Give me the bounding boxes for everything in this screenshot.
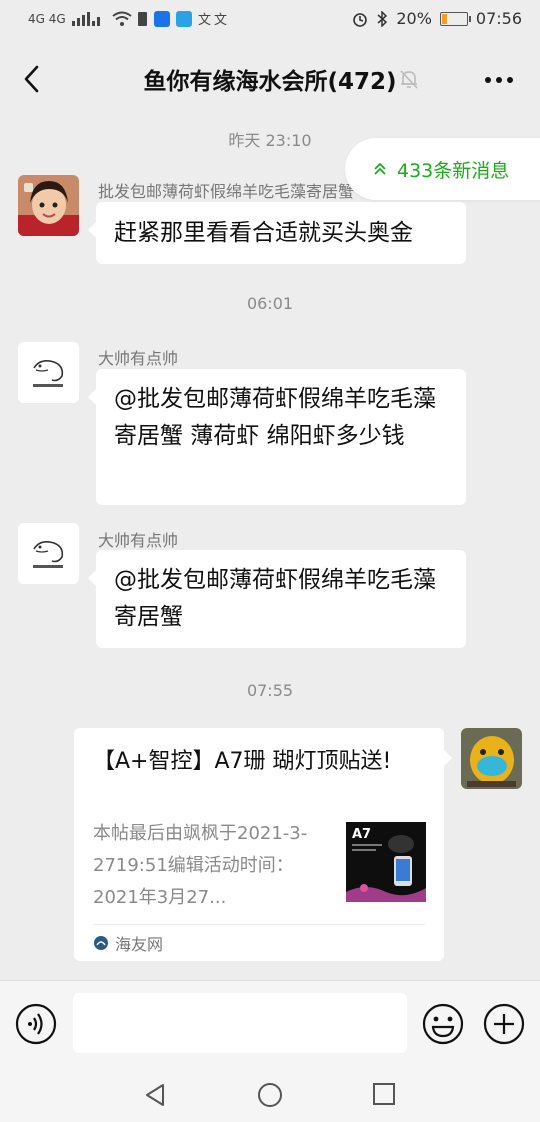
new-messages-badge[interactable]: 433条新消息 <box>345 138 540 200</box>
shrimp-logo-avatar-image <box>18 342 79 403</box>
voice-input-icon[interactable] <box>15 1003 57 1045</box>
status-time: 07:56 <box>475 9 522 28</box>
girl-avatar-image <box>18 175 79 236</box>
nav-home-icon[interactable] <box>257 1082 283 1108</box>
chat-title: 鱼你有缘海水会所(472) <box>143 69 397 95</box>
source-logo-icon <box>94 936 108 950</box>
message-bubble[interactable]: @批发包邮薄荷虾假绵羊吃毛藻寄居蟹 薄荷虾 绵阳虾多少钱 <box>88 369 466 505</box>
svg-text:文: 文 <box>214 13 227 28</box>
mute-bell-icon <box>400 70 418 89</box>
alarm-icon <box>353 12 368 27</box>
message-input[interactable] <box>73 993 407 1053</box>
card-title: 【A+智控】A7珊 瑚灯顶贴送! <box>93 749 392 774</box>
sender-name: 批发包邮薄荷虾假绵羊吃毛藻寄居蟹 <box>98 182 355 201</box>
input-bar <box>0 980 540 1067</box>
nav-back-icon[interactable] <box>143 1082 167 1108</box>
plus-icon[interactable] <box>483 1003 525 1045</box>
message-bubble[interactable]: 赶紧那里看看合适就买头奥金 <box>88 202 466 264</box>
emoji-icon[interactable] <box>422 1003 464 1045</box>
nav-recent-apps-icon[interactable] <box>372 1082 396 1106</box>
card-description: 本帖最后由飒枫于2021-3-2719:51编辑活动时间：2021年3月27..… <box>93 823 308 908</box>
avatar[interactable] <box>18 342 79 403</box>
timestamp: 07:55 <box>246 681 294 700</box>
bluetooth-icon <box>377 10 388 27</box>
chat-header: 鱼你有缘海水会所(472) <box>0 40 540 118</box>
wifi-icon <box>112 11 132 26</box>
svg-text:文: 文 <box>198 13 211 28</box>
cartoon-avatar-image <box>461 728 522 789</box>
battery-icon <box>439 11 471 26</box>
more-options-icon[interactable] <box>484 76 514 84</box>
avatar[interactable] <box>18 175 79 236</box>
signal-icon <box>71 12 100 26</box>
card-thumbnail: A7 <box>346 822 426 902</box>
signal-indicators: 4G 4G 文 文 <box>28 10 228 28</box>
product-thumbnail-image: A7 <box>346 822 426 902</box>
card-thumb-label: A7 <box>352 827 371 842</box>
card-source: 海友网 <box>93 931 163 955</box>
card-source-name: 海友网 <box>115 935 164 954</box>
battery-percent: 20% <box>396 9 432 28</box>
status-right: 20% 07:56 <box>352 9 522 28</box>
message-bubble[interactable]: @批发包邮薄荷虾假绵羊吃毛藻寄居蟹 <box>88 550 466 648</box>
card-divider <box>93 924 425 925</box>
double-chevron-up-icon <box>374 162 386 175</box>
avatar[interactable] <box>18 523 79 584</box>
my-avatar[interactable] <box>461 728 522 789</box>
sender-name: 大帅有点帅 <box>98 349 179 368</box>
status-bar: 4G 4G 文 文 20% 07:56 <box>0 0 540 40</box>
link-card-message[interactable]: 【A+智控】A7珊 瑚灯顶贴送! 本帖最后由飒枫于2021-3-2719:51编… <box>74 728 452 961</box>
new-messages-text: 433条新消息 <box>397 160 510 182</box>
sender-name: 大帅有点帅 <box>98 531 179 550</box>
shrimp-logo-avatar-image <box>18 523 79 584</box>
system-navigation-bar <box>0 1066 540 1122</box>
app-notification-icons: 文 文 <box>137 11 227 28</box>
signal-text: 4G 4G <box>28 12 66 26</box>
timestamp: 06:01 <box>246 294 294 313</box>
